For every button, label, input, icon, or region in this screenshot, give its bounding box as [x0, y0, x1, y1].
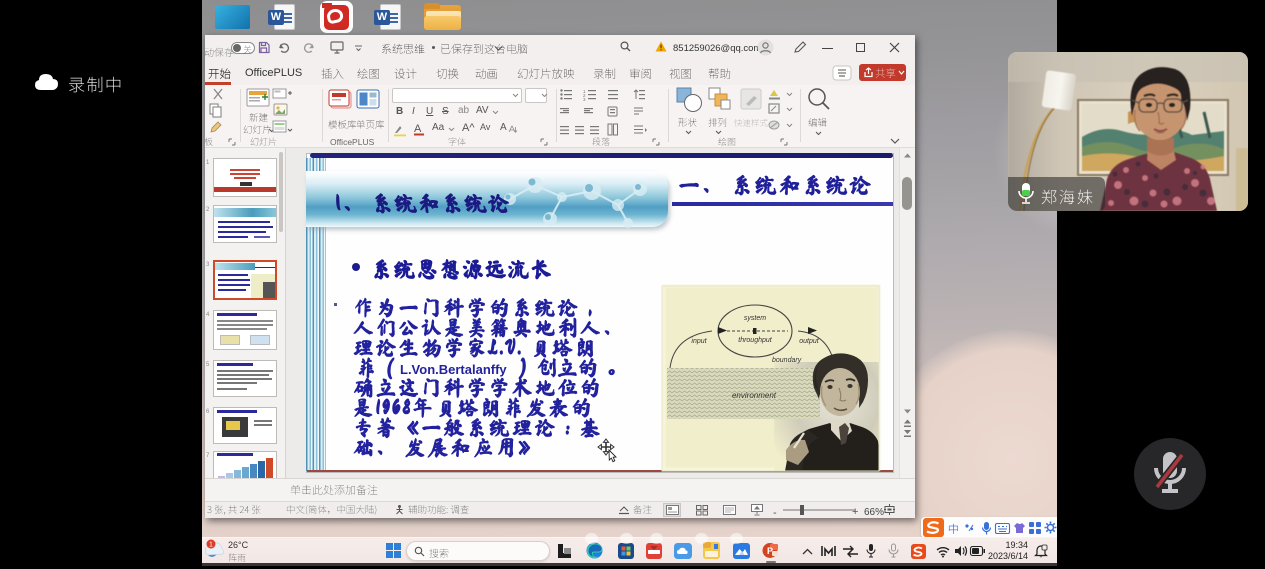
svg-text:1: 1 [209, 542, 213, 549]
svg-text:P: P [767, 546, 773, 556]
svg-text:throughput: throughput [738, 337, 773, 344]
svg-text:output: output [799, 338, 820, 345]
svg-text:A: A [414, 123, 422, 135]
svg-text:input: input [691, 338, 707, 345]
svg-text:3: 3 [583, 97, 586, 102]
svg-text:boundary: boundary [772, 357, 802, 364]
svg-text:environment: environment [732, 391, 777, 400]
svg-text:system: system [744, 315, 766, 322]
